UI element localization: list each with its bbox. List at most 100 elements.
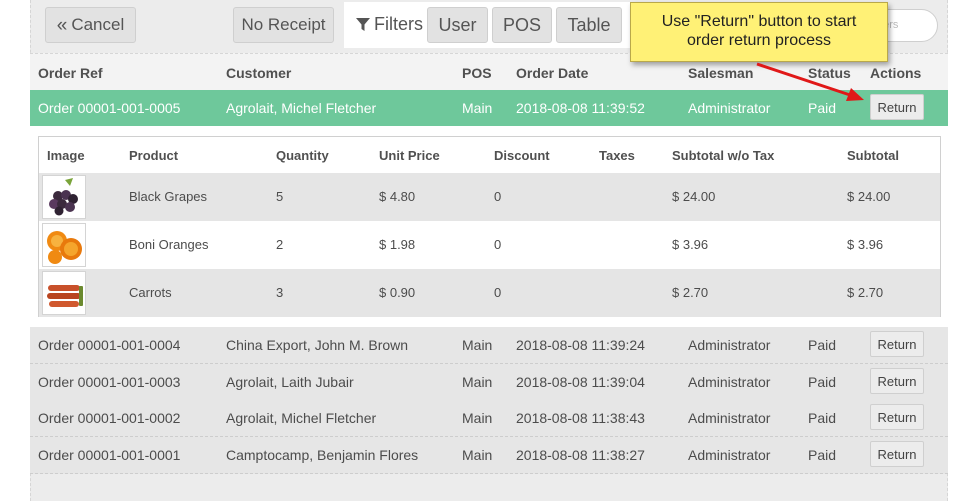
filter-user-button[interactable]: User	[427, 7, 488, 43]
filter-pos-label: POS	[502, 14, 541, 35]
order-salesman: Administrator	[688, 447, 771, 463]
header-subtotal-wo-tax: Subtotal w/o Tax	[672, 148, 775, 163]
cancel-label: Cancel	[71, 15, 125, 34]
order-customer: Agrolait, Michel Fletcher	[226, 100, 377, 116]
header-salesman: Salesman	[688, 65, 754, 81]
order-lines-header: Image Product Quantity Unit Price Discou…	[39, 137, 940, 173]
line-discount: 0	[494, 285, 502, 300]
order-pos: Main	[462, 374, 493, 390]
filter-pos-button[interactable]: POS	[492, 7, 552, 43]
carrots-image	[42, 271, 86, 315]
filter-table-button[interactable]: Table	[556, 7, 622, 43]
order-date: 2018-08-08 11:38:27	[516, 447, 645, 463]
order-ref: Order 00001-001-0003	[38, 374, 181, 390]
order-pos: Main	[462, 100, 493, 116]
no-receipt-label: No Receipt	[241, 15, 326, 34]
order-customer: Agrolait, Michel Fletcher	[226, 410, 377, 426]
order-line-row: Carrots 3 $ 0.90 0 $ 2.70 $ 2.70	[39, 269, 940, 317]
order-date: 2018-08-08 11:38:43	[516, 410, 645, 426]
line-quantity: 2	[276, 237, 284, 252]
order-date: 2018-08-08 11:39:52	[516, 100, 645, 116]
line-discount: 0	[494, 189, 502, 204]
order-customer: China Export, John M. Brown	[226, 337, 409, 353]
filter-table-label: Table	[567, 14, 611, 35]
order-customer: Agrolait, Laith Jubair	[226, 374, 354, 390]
line-subtotal-wo-tax: $ 24.00	[672, 189, 716, 204]
order-row[interactable]: Order 00001-001-0004 China Export, John …	[30, 327, 948, 364]
line-subtotal: $ 24.00	[847, 189, 891, 204]
line-unit-price: $ 0.90	[379, 285, 416, 300]
line-product: Boni Oranges	[129, 237, 209, 252]
line-unit-price: $ 4.80	[379, 189, 416, 204]
return-button[interactable]: Return	[870, 331, 924, 357]
line-subtotal: $ 3.96	[847, 237, 884, 252]
header-quantity: Quantity	[276, 148, 329, 163]
order-customer: Camptocamp, Benjamin Flores	[226, 447, 419, 463]
double-chevron-left-icon: «	[56, 14, 68, 36]
header-customer: Customer	[226, 65, 292, 81]
header-unit-price: Unit Price	[379, 148, 440, 163]
line-subtotal-wo-tax: $ 2.70	[672, 285, 709, 300]
order-line-row: Black Grapes 5 $ 4.80 0 $ 24.00 $ 24.00	[39, 173, 940, 221]
header-product: Product	[129, 148, 179, 163]
order-ref: Order 00001-001-0005	[38, 100, 181, 116]
order-ref: Order 00001-001-0001	[38, 447, 181, 463]
header-order-ref: Order Ref	[38, 65, 103, 81]
header-pos: POS	[462, 65, 492, 81]
header-subtotal: Subtotal	[847, 148, 899, 163]
return-button[interactable]: Return	[870, 368, 924, 394]
header-taxes: Taxes	[599, 148, 635, 163]
order-date: 2018-08-08 11:39:04	[516, 374, 645, 390]
return-label: Return	[877, 336, 917, 352]
order-salesman: Administrator	[688, 374, 771, 390]
tutorial-callout: Use "Return" button to start order retur…	[630, 2, 888, 62]
return-button[interactable]: Return	[870, 404, 924, 430]
order-status: Paid	[808, 337, 837, 353]
line-quantity: 5	[276, 189, 284, 204]
line-product: Carrots	[129, 285, 172, 300]
order-row[interactable]: Order 00001-001-0002 Agrolait, Michel Fl…	[30, 400, 948, 437]
order-ref: Order 00001-001-0002	[38, 410, 181, 426]
line-subtotal: $ 2.70	[847, 285, 884, 300]
order-salesman: Administrator	[688, 337, 771, 353]
line-product: Black Grapes	[129, 189, 208, 204]
line-unit-price: $ 1.98	[379, 237, 416, 252]
line-subtotal-wo-tax: $ 3.96	[672, 237, 709, 252]
order-status: Paid	[808, 410, 837, 426]
order-date: 2018-08-08 11:39:24	[516, 337, 645, 353]
filters-label: Filters	[356, 14, 423, 35]
return-button[interactable]: Return	[870, 441, 924, 467]
callout-line-1: Use "Return" button to start	[661, 13, 857, 30]
line-quantity: 3	[276, 285, 284, 300]
return-label: Return	[877, 373, 917, 389]
return-label: Return	[877, 409, 917, 425]
order-status: Paid	[808, 374, 837, 390]
order-ref: Order 00001-001-0004	[38, 337, 181, 353]
grapes-image	[42, 175, 86, 219]
return-label: Return	[877, 99, 917, 115]
return-label: Return	[877, 446, 917, 462]
filter-user-label: User	[438, 14, 477, 35]
order-status: Paid	[808, 447, 837, 463]
header-actions: Actions	[870, 65, 922, 81]
order-pos: Main	[462, 447, 493, 463]
order-row-selected[interactable]: Order 00001-001-0005 Agrolait, Michel Fl…	[30, 90, 948, 126]
oranges-image	[42, 223, 86, 267]
order-row[interactable]: Order 00001-001-0001 Camptocamp, Benjami…	[30, 437, 948, 474]
header-image: Image	[47, 148, 85, 163]
order-status: Paid	[808, 100, 837, 116]
header-discount: Discount	[494, 148, 550, 163]
order-line-row: Boni Oranges 2 $ 1.98 0 $ 3.96 $ 3.96	[39, 221, 940, 269]
cancel-button[interactable]: « Cancel	[45, 7, 136, 43]
callout-line-2: order return process	[686, 32, 832, 49]
funnel-icon	[356, 17, 370, 31]
order-pos: Main	[462, 410, 493, 426]
order-pos: Main	[462, 337, 493, 353]
order-lines-table: Image Product Quantity Unit Price Discou…	[38, 136, 941, 317]
return-button[interactable]: Return	[870, 94, 924, 120]
order-row[interactable]: Order 00001-001-0003 Agrolait, Laith Jub…	[30, 364, 948, 401]
filters-text: Filters	[374, 14, 423, 34]
no-receipt-button[interactable]: No Receipt	[233, 7, 334, 43]
line-discount: 0	[494, 237, 502, 252]
order-salesman: Administrator	[688, 100, 771, 116]
